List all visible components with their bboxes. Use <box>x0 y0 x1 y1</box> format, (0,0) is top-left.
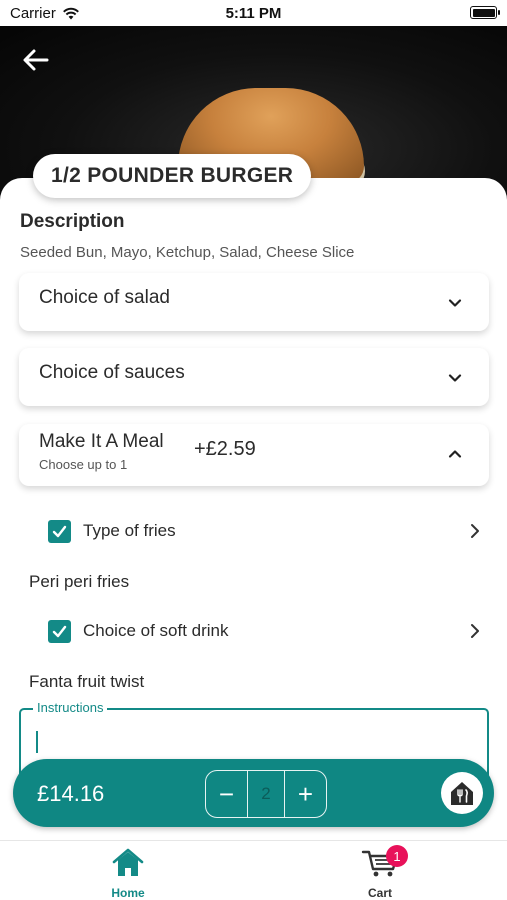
fries-option-label: Type of fries <box>83 521 176 540</box>
chevron-right-icon <box>471 624 479 638</box>
product-title: 1/2 POUNDER BURGER <box>51 164 294 187</box>
home-icon <box>112 848 144 876</box>
fries-checkbox[interactable] <box>48 519 71 543</box>
product-details: Description Seeded Bun, Mayo, Ketchup, S… <box>0 178 507 828</box>
fries-selected-value: Peri peri fries <box>29 572 130 591</box>
decrease-quantity-button[interactable]: − <box>206 771 247 817</box>
soft-drink-selected-value: Fanta fruit twist <box>29 672 145 691</box>
tab-cart-label: Cart <box>367 886 392 900</box>
soft-drink-option-row[interactable]: Choice of soft drink <box>48 616 488 646</box>
instructions-label: Instructions <box>33 700 108 715</box>
order-bar[interactable]: £14.16 − 2 + <box>13 759 494 827</box>
chevron-right-icon <box>471 524 479 538</box>
restaurant-button[interactable] <box>441 772 483 814</box>
order-total: £14.16 <box>37 781 105 806</box>
quantity-stepper: − 2 + <box>205 770 327 818</box>
sauces-dropdown-label: Choice of sauces <box>39 362 185 383</box>
increase-quantity-button[interactable]: + <box>285 771 326 817</box>
tab-home[interactable]: Home <box>88 847 168 900</box>
text-caret <box>36 731 38 753</box>
salad-dropdown[interactable]: Choice of salad <box>19 273 489 331</box>
sauces-dropdown[interactable]: Choice of sauces <box>19 348 489 406</box>
chevron-down-icon <box>448 374 462 382</box>
chevron-up-icon <box>448 450 462 458</box>
tab-cart[interactable]: 1 Cart <box>340 845 420 900</box>
chevron-down-icon <box>448 299 462 307</box>
meal-dropdown[interactable]: Make It A Meal Choose up to 1 +£2.59 <box>19 424 489 486</box>
soft-drink-option-label: Choice of soft drink <box>83 621 229 640</box>
checkmark-icon <box>52 525 67 537</box>
salad-dropdown-label: Choice of salad <box>39 287 170 308</box>
tab-bar: Home 1 Cart <box>0 840 507 900</box>
meal-dropdown-label: Make It A Meal <box>39 431 164 452</box>
description-text: Seeded Bun, Mayo, Ketchup, Salad, Cheese… <box>20 244 355 261</box>
description-heading: Description <box>20 211 125 232</box>
fries-option-row[interactable]: Type of fries <box>48 516 488 546</box>
tab-home-label: Home <box>111 886 145 900</box>
back-arrow-icon[interactable] <box>20 44 52 76</box>
status-bar: Carrier 5:11 PM <box>0 0 507 26</box>
checkmark-icon <box>52 625 67 637</box>
product-title-pill: 1/2 POUNDER BURGER <box>33 154 312 198</box>
restaurant-icon <box>451 782 473 805</box>
quantity-value: 2 <box>247 771 285 817</box>
meal-dropdown-subtitle: Choose up to 1 <box>39 457 128 472</box>
status-time: 5:11 PM <box>225 5 282 22</box>
cart-badge: 1 <box>386 845 408 867</box>
battery-icon <box>470 6 500 19</box>
soft-drink-checkbox[interactable] <box>48 619 71 643</box>
meal-price: +£2.59 <box>194 438 256 460</box>
